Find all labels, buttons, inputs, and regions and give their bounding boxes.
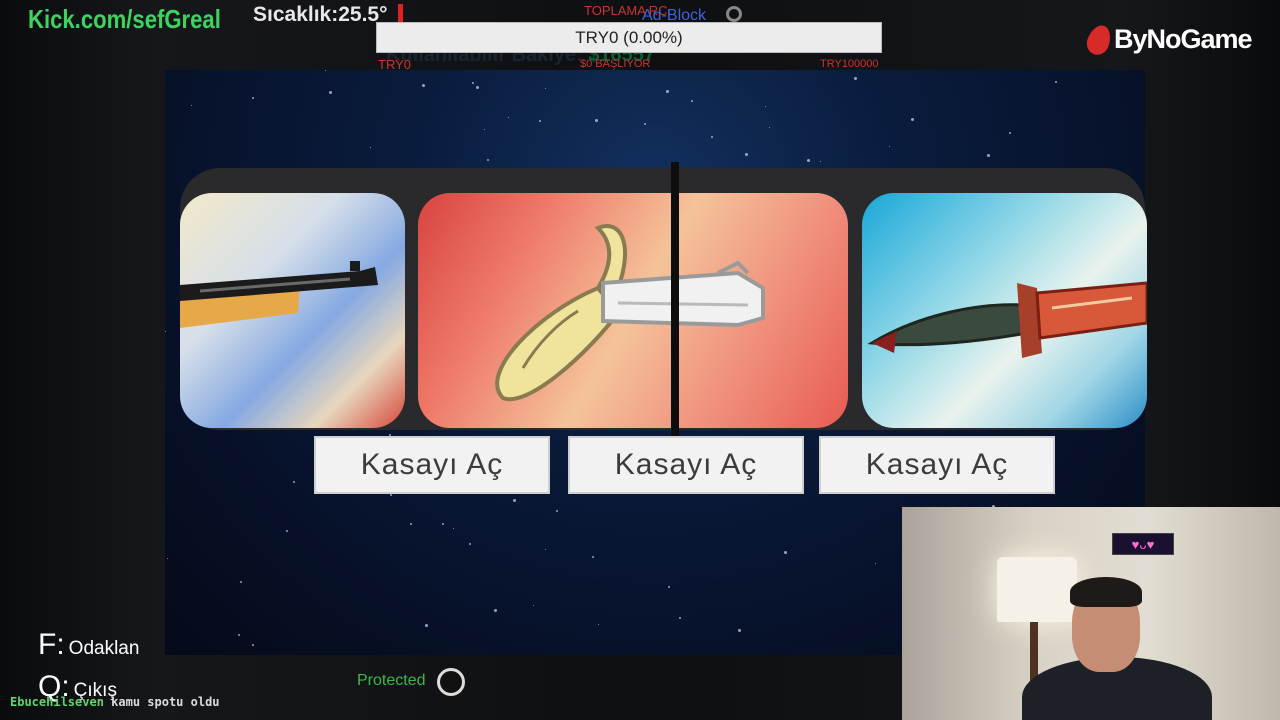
- star: [807, 159, 810, 162]
- star: [1009, 132, 1011, 134]
- star: [293, 481, 295, 483]
- star: [425, 624, 428, 627]
- star: [911, 118, 914, 121]
- star: [370, 147, 371, 148]
- protected-icon: [437, 668, 465, 696]
- star: [598, 624, 599, 625]
- star: [165, 331, 166, 332]
- star: [854, 77, 857, 80]
- bynogame-brand: ByNoGame: [1083, 21, 1253, 58]
- star: [329, 91, 332, 94]
- star: [784, 551, 787, 554]
- lamp-shade: [997, 557, 1077, 622]
- star: [691, 100, 693, 102]
- bynogame-text: ByNoGame: [1114, 24, 1253, 54]
- star: [508, 117, 509, 118]
- star: [765, 106, 766, 107]
- banana-pistol-icon: [495, 224, 765, 402]
- star: [472, 82, 474, 84]
- star: [422, 84, 425, 87]
- star: [533, 605, 534, 606]
- protected-label: Protected: [357, 672, 426, 689]
- temperature-bar: [398, 4, 403, 22]
- star: [679, 617, 681, 619]
- star: [494, 609, 497, 612]
- star: [513, 499, 516, 502]
- star: [875, 563, 876, 564]
- ticker-text: kamu spotu oldu: [111, 695, 220, 709]
- star: [286, 530, 288, 532]
- star: [240, 581, 242, 583]
- star: [556, 510, 558, 512]
- temperature-readout: Sıcaklık:25.5°: [253, 3, 388, 26]
- star: [167, 558, 168, 559]
- star: [745, 153, 748, 156]
- star: [484, 129, 485, 130]
- star: [889, 146, 890, 147]
- selection-pointer-line: [671, 162, 679, 436]
- star: [595, 119, 598, 122]
- star: [769, 127, 770, 128]
- open-case-button-1[interactable]: Kasayı Aç: [314, 436, 550, 494]
- star: [410, 523, 412, 525]
- case-card-banana-pistol: [418, 193, 848, 428]
- star: [469, 543, 471, 545]
- progress-max-label: TRY100000: [820, 58, 879, 70]
- bynogame-logo-icon: [1083, 21, 1115, 58]
- case-card-dagger: [862, 193, 1147, 428]
- hint-focus-key: F:: [38, 628, 65, 661]
- star: [476, 86, 479, 89]
- streamer-hair: [1070, 577, 1142, 607]
- hint-focus-label: Odaklan: [68, 638, 140, 659]
- case-card-rifle: [180, 193, 405, 428]
- star: [820, 161, 821, 162]
- webcam-feed: ♥ᴗ♥: [902, 507, 1280, 720]
- donation-progress-bar: TRY0 (0.00%): [376, 22, 882, 53]
- ticker-user: Ebucehilseven: [10, 695, 104, 709]
- star: [191, 105, 192, 106]
- dagger-icon: [867, 281, 1147, 358]
- star: [325, 70, 326, 71]
- star: [442, 523, 444, 525]
- kick-channel-url: Kick.com/sefGreal: [28, 4, 221, 34]
- star: [252, 644, 254, 646]
- progress-mid-label: $0 BAŞLIYOR: [580, 58, 651, 70]
- progress-min-label: TRY0: [378, 57, 411, 72]
- star: [238, 634, 240, 636]
- adblock-icon: [726, 6, 742, 22]
- hint-focus: F: Odaklan: [38, 628, 139, 662]
- star: [453, 528, 454, 529]
- open-case-button-2[interactable]: Kasayı Aç: [568, 436, 804, 494]
- star: [668, 586, 670, 588]
- neon-sign: ♥ᴗ♥: [1112, 533, 1174, 555]
- star: [539, 120, 541, 122]
- star: [487, 159, 489, 161]
- star: [252, 97, 254, 99]
- open-case-button-3[interactable]: Kasayı Aç: [819, 436, 1055, 494]
- star: [545, 88, 546, 89]
- star: [666, 90, 669, 93]
- star: [1055, 81, 1057, 83]
- star: [987, 154, 990, 157]
- star: [390, 494, 392, 496]
- star: [545, 549, 546, 550]
- progress-text: TRY0 (0.00%): [575, 27, 683, 47]
- star: [738, 629, 741, 632]
- star: [711, 136, 713, 138]
- chat-ticker: Ebucehilseven kamu spotu oldu: [10, 695, 220, 709]
- rifle-icon: [180, 261, 378, 328]
- star: [592, 556, 594, 558]
- star: [644, 123, 646, 125]
